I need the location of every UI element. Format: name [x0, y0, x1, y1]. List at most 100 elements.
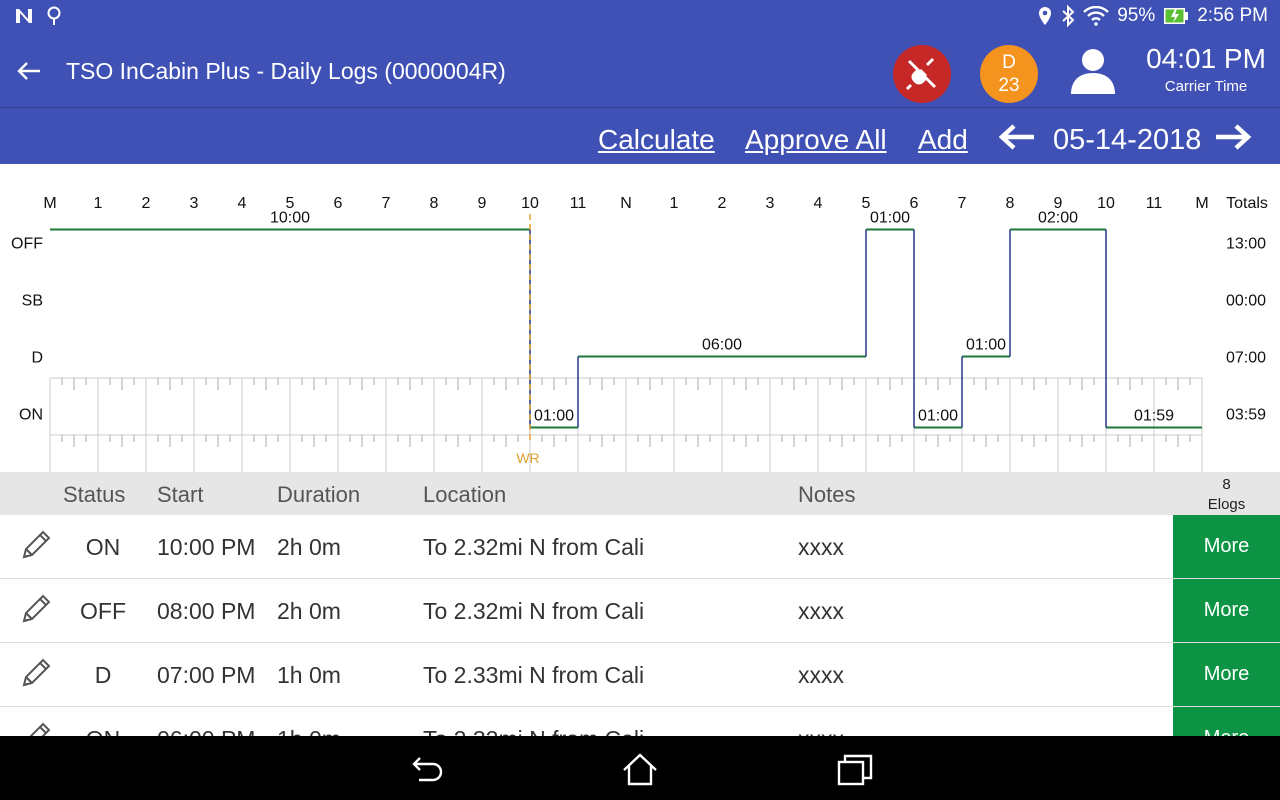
segment-duration-label: 10:00	[270, 210, 310, 227]
hour-label: 7	[382, 195, 391, 212]
page-title: TSO InCabin Plus - Daily Logs (0000004R)	[66, 58, 506, 84]
table-header: Status Start Duration Location Notes 8 E…	[0, 472, 1280, 515]
nav-recents-icon[interactable]	[835, 750, 875, 790]
hour-labels: M 1 2 3 4 5 6 7 8 9 10 11 N 1 2 3 4 5 6 7 8 9 10 11 M	[43, 195, 1208, 212]
elogs-count: 8 Elogs	[1173, 475, 1280, 515]
row-duration: 1h 0m	[277, 662, 341, 688]
totals-header: Totals	[1226, 195, 1268, 212]
nav-back-icon[interactable]	[405, 750, 445, 790]
elogs-label: Elogs	[1207, 496, 1246, 513]
col-start: Start	[157, 482, 204, 507]
hour-label: 4	[814, 195, 823, 212]
row-status-label: D	[31, 350, 43, 367]
col-location: Location	[423, 482, 507, 507]
row-start: 07:00 PM	[157, 662, 256, 688]
more-button[interactable]: More	[1173, 643, 1280, 706]
duty-status-graph: M 1 2 3 4 5 6 7 8 9 10 11 N 1 2 3 4 5 6 7 8 9 10 11 M OFF 13:00SB…	[11, 195, 1268, 472]
row-duration: 1h 0m	[277, 726, 341, 736]
app-bar: TSO InCabin Plus - Daily Logs (0000004R)…	[0, 34, 1280, 108]
battery-charging-icon	[1164, 8, 1189, 24]
row-notes: xxxx	[798, 726, 844, 736]
hour-label: 7	[958, 195, 967, 212]
hour-label: 11	[1146, 195, 1163, 212]
bluetooth-icon	[1062, 5, 1075, 27]
more-button[interactable]: More	[1173, 515, 1280, 578]
edit-pencil-icon[interactable]	[18, 657, 52, 691]
segment-duration-label: 01:00	[870, 210, 910, 227]
wifi-icon	[1083, 6, 1110, 26]
duty-badge-letter: D	[1002, 52, 1016, 73]
row-labels: OFF 13:00 SB 00:00 D 07:00 ON 03:59	[11, 236, 1266, 424]
n-notification-icon	[16, 9, 32, 23]
row-start: 10:00 PM	[157, 534, 256, 560]
row-location: To 2.32mi N from Cali	[423, 726, 644, 736]
elogs-number: 8	[1222, 476, 1231, 493]
elog-list: ON 10:00 PM 2h 0m To 2.32mi N from Cali …	[0, 515, 1280, 736]
hour-label: 1	[94, 195, 103, 212]
next-date-icon[interactable]	[1214, 122, 1252, 152]
user-icon[interactable]	[1068, 45, 1118, 95]
nav-home-icon[interactable]	[620, 750, 660, 790]
unplugged-icon	[905, 57, 937, 91]
row-status: ON	[60, 726, 146, 736]
location-notification-icon	[47, 6, 61, 25]
table-row: D 07:00 PM 1h 0m To 2.33mi N from Cali x…	[0, 643, 1280, 707]
wr-marker-label: WR	[516, 450, 539, 466]
row-duration: 2h 0m	[277, 598, 341, 624]
carrier-clock: 04:01 PM Carrier Time	[1140, 43, 1272, 95]
carrier-time-label: Carrier Time	[1164, 78, 1248, 95]
hour-label: 8	[1006, 195, 1015, 212]
row-start: 06:00 PM	[157, 726, 255, 736]
row-duration: 2h 0m	[277, 534, 341, 560]
duty-badge-number: 23	[998, 75, 1020, 96]
table-row: ON 06:00 PM 1h 0m To 2.32mi N from Cali …	[0, 707, 1280, 736]
row-total: 00:00	[1226, 293, 1266, 310]
hour-label: 9	[478, 195, 487, 212]
segment-duration-label: 01:00	[966, 337, 1006, 354]
row-status-label: SB	[22, 293, 43, 310]
segment-duration-label: 06:00	[702, 337, 742, 354]
row-notes: xxxx	[798, 534, 844, 560]
hour-label: 4	[238, 195, 247, 212]
col-status: Status	[63, 482, 126, 507]
location-icon	[1039, 7, 1052, 25]
add-button[interactable]: Add	[918, 124, 968, 156]
row-start: 08:00 PM	[157, 598, 256, 624]
graph-grid	[49, 377, 1203, 472]
hour-label: 6	[910, 195, 919, 212]
row-notes: xxxx	[798, 662, 844, 688]
hour-label: M	[43, 195, 56, 212]
hour-label: 11	[570, 195, 587, 212]
edit-pencil-icon[interactable]	[18, 529, 52, 563]
edit-pencil-icon[interactable]	[18, 593, 52, 627]
more-button[interactable]: More	[1173, 707, 1280, 736]
hour-label: 3	[190, 195, 199, 212]
log-toolbar: Calculate Approve All Add 05-14-2018	[0, 108, 1280, 164]
hour-label: N	[620, 195, 632, 212]
hour-label: 2	[718, 195, 727, 212]
more-button[interactable]: More	[1173, 579, 1280, 642]
back-arrow-icon[interactable]	[14, 56, 44, 86]
hour-label: 1	[670, 195, 679, 212]
log-date: 05-14-2018	[1053, 124, 1202, 156]
table-row: ON 10:00 PM 2h 0m To 2.32mi N from Cali …	[0, 515, 1280, 579]
segment-duration-label: 01:00	[534, 408, 574, 425]
row-status-label: OFF	[11, 236, 43, 253]
edit-pencil-icon[interactable]	[18, 721, 52, 736]
row-location: To 2.33mi N from Cali	[423, 662, 645, 688]
table-row: OFF 08:00 PM 2h 0m To 2.32mi N from Cali…	[0, 579, 1280, 643]
hour-label: 8	[430, 195, 439, 212]
duty-status-badge[interactable]: D 23	[980, 45, 1038, 103]
system-nav-bar	[0, 736, 1280, 800]
segment-duration-label: 01:59	[1134, 408, 1174, 425]
col-notes: Notes	[798, 482, 856, 507]
row-location: To 2.32mi N from Cali	[423, 534, 645, 560]
row-total: 07:00	[1226, 350, 1266, 367]
unplugged-status-button[interactable]	[893, 45, 951, 103]
row-status: OFF	[80, 598, 126, 624]
approve-all-button[interactable]: Approve All	[745, 124, 887, 156]
hour-label: 10	[1097, 195, 1115, 212]
prev-date-icon[interactable]	[998, 122, 1036, 152]
calculate-button[interactable]: Calculate	[598, 124, 715, 156]
battery-percent: 95%	[1117, 5, 1156, 26]
